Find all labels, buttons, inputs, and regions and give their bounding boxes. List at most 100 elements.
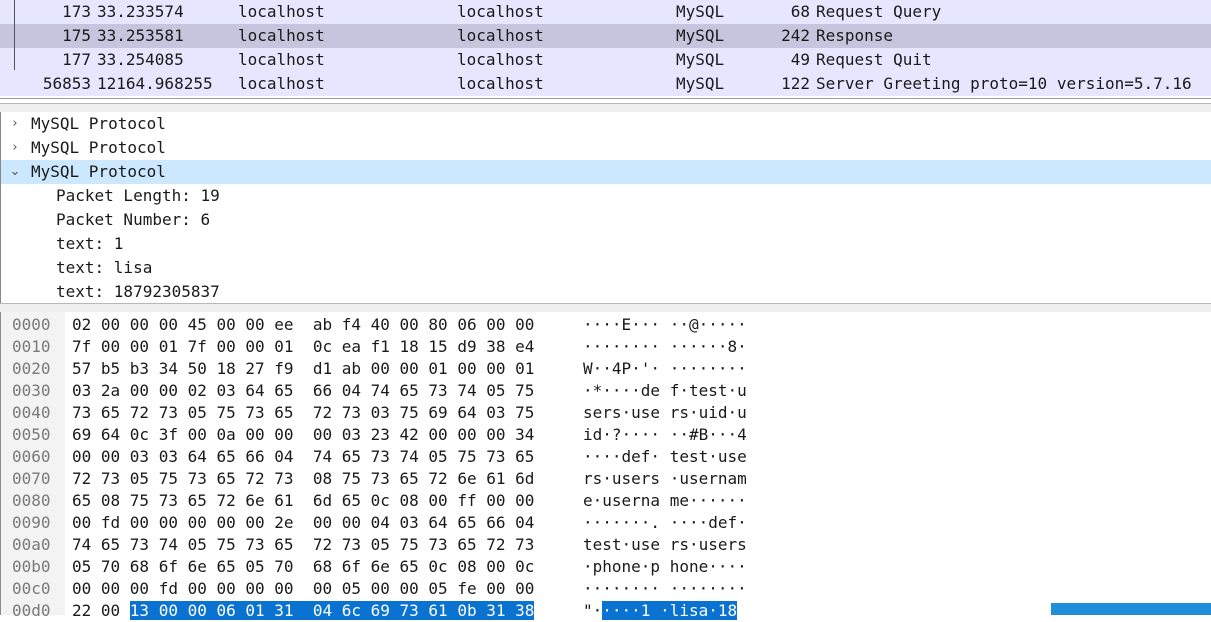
- bytes-row[interactable]: 00a0 74 65 73 74 05 75 73 65 72 73 05 75…: [0, 534, 1211, 556]
- tree-field[interactable]: text: lisa: [1, 256, 1211, 280]
- bytes-row[interactable]: 00b0 05 70 68 6f 6e 65 05 70 68 6f 6e 65…: [0, 556, 1211, 578]
- ascii-bytes[interactable]: W··4P·'· ········: [583, 358, 747, 380]
- hex-bytes[interactable]: 7f 00 00 01 7f 00 00 01 0c ea f1 18 15 d…: [72, 336, 534, 358]
- ascii-bytes[interactable]: rs·users ·usernam: [583, 468, 747, 490]
- packet-source: localhost: [238, 50, 325, 69]
- bytes-row[interactable]: 0080 65 08 75 73 65 72 6e 61 6d 65 0c 08…: [0, 490, 1211, 512]
- hex-bytes[interactable]: 74 65 73 74 05 75 73 65 72 73 05 75 73 6…: [72, 534, 534, 556]
- conversation-line: [14, 0, 15, 70]
- bytes-row[interactable]: 0030 03 2a 00 00 02 03 64 65 66 04 74 65…: [0, 380, 1211, 402]
- packet-protocol: MySQL: [676, 2, 725, 21]
- packet-source: localhost: [238, 26, 325, 45]
- ascii-bytes[interactable]: sers·use rs·uid·u: [583, 402, 747, 424]
- packet-info: Server Greeting proto=10 version=5.7.16: [816, 74, 1192, 93]
- bytes-row[interactable]: 0000 02 00 00 00 45 00 00 ee ab f4 40 00…: [0, 314, 1211, 336]
- ascii-bytes[interactable]: id·?···· ··#B···4: [583, 424, 747, 446]
- tree-field[interactable]: Packet Length: 19: [1, 184, 1211, 208]
- ascii-bytes[interactable]: "·····1 ·lisa·18: [583, 600, 738, 622]
- packet-length: 49: [790, 50, 810, 69]
- bytes-row[interactable]: 0050 69 64 0c 3f 00 0a 00 00 00 03 23 42…: [0, 424, 1211, 446]
- packet-info: Response: [816, 26, 894, 45]
- packet-destination: localhost: [457, 74, 544, 93]
- byte-offset: 0040: [12, 403, 51, 422]
- ascii-bytes[interactable]: ····E··· ··@·····: [583, 314, 747, 336]
- hex-bytes[interactable]: 00 00 00 fd 00 00 00 00 00 05 00 00 05 f…: [72, 578, 534, 600]
- bytes-row[interactable]: 0090 00 fd 00 00 00 00 00 2e 00 00 04 03…: [0, 512, 1211, 534]
- hex-bytes[interactable]: 00 fd 00 00 00 00 00 2e 00 00 04 03 64 6…: [72, 512, 534, 534]
- byte-offset: 00d0: [12, 601, 51, 620]
- field-text: text: lisa: [56, 258, 153, 277]
- bytes-row-highlighted[interactable]: 00d0 22 00 13 00 00 06 01 31 04 6c 69 73…: [0, 600, 1211, 622]
- tree-field[interactable]: Packet Number: 6: [1, 208, 1211, 232]
- hex-bytes[interactable]: 00 00 03 03 64 65 66 04 74 65 73 74 05 7…: [72, 446, 534, 468]
- byte-offset: 0020: [12, 359, 51, 378]
- chevron-right-icon[interactable]: ›: [8, 112, 22, 136]
- byte-offset: 0010: [12, 337, 51, 356]
- packet-time: 33.253581: [97, 26, 184, 45]
- byte-offset: 0000: [12, 315, 51, 334]
- hex-bytes[interactable]: 22 00 13 00 00 06 01 31 04 6c 69 73 61 0…: [72, 600, 535, 622]
- hex-bytes-plain: 22 00: [72, 601, 130, 620]
- packet-row[interactable]: 177 33.254085 localhost localhost MySQL …: [0, 48, 1211, 72]
- bytes-row[interactable]: 0020 57 b5 b3 34 50 18 27 f9 d1 ab 00 00…: [0, 358, 1211, 380]
- packet-row[interactable]: 173 33.233574 localhost localhost MySQL …: [0, 0, 1211, 24]
- tree-field[interactable]: text: 18792305837: [1, 280, 1211, 304]
- tree-node-mysql-protocol[interactable]: › MySQL Protocol: [1, 112, 1211, 136]
- chevron-right-icon[interactable]: ›: [8, 136, 22, 160]
- ascii-bytes[interactable]: ········ ········: [583, 578, 747, 600]
- field-packet-length: Packet Length: 19: [56, 186, 220, 205]
- hex-bytes[interactable]: 02 00 00 00 45 00 00 ee ab f4 40 00 80 0…: [72, 314, 534, 336]
- field-text: text: 1: [56, 234, 124, 253]
- tree-node-label: MySQL Protocol: [31, 162, 166, 181]
- hex-bytes[interactable]: 73 65 72 73 05 75 73 65 72 73 03 75 69 6…: [72, 402, 534, 424]
- ascii-bytes[interactable]: ·······. ····def·: [583, 512, 747, 534]
- bytes-row[interactable]: 0070 72 73 05 75 73 65 72 73 08 75 73 65…: [0, 468, 1211, 490]
- tree-node-label: MySQL Protocol: [31, 138, 166, 157]
- bytes-row[interactable]: 0040 73 65 72 73 05 75 73 65 72 73 03 75…: [0, 402, 1211, 424]
- packet-details-tree[interactable]: › MySQL Protocol › MySQL Protocol ⌄ MySQ…: [0, 112, 1211, 303]
- packet-bytes-pane[interactable]: 0000 02 00 00 00 45 00 00 ee ab f4 40 00…: [0, 312, 1211, 620]
- packet-row[interactable]: 56853 12164.968255 localhost localhost M…: [0, 72, 1211, 96]
- bytes-row[interactable]: 0060 00 00 03 03 64 65 66 04 74 65 73 74…: [0, 446, 1211, 468]
- ascii-bytes[interactable]: e·userna me······: [583, 490, 747, 512]
- byte-offset: 0070: [12, 469, 51, 488]
- hex-bytes[interactable]: 03 2a 00 00 02 03 64 65 66 04 74 65 73 7…: [72, 380, 534, 402]
- packet-row-selected[interactable]: 175 33.253581 localhost localhost MySQL …: [0, 24, 1211, 48]
- packet-protocol: MySQL: [676, 74, 725, 93]
- packet-length: 122: [781, 74, 810, 93]
- packet-time: 33.233574: [97, 2, 184, 21]
- ascii-bytes[interactable]: ·phone·p hone····: [583, 556, 747, 578]
- packet-time: 12164.968255: [97, 74, 213, 93]
- packet-destination: localhost: [457, 2, 544, 21]
- packet-length: 68: [790, 2, 810, 21]
- bytes-row[interactable]: 0010 7f 00 00 01 7f 00 00 01 0c ea f1 18…: [0, 336, 1211, 358]
- byte-offset: 0080: [12, 491, 51, 510]
- byte-offset: 0060: [12, 447, 51, 466]
- tree-field[interactable]: text: 1: [1, 232, 1211, 256]
- packet-time: 33.254085: [97, 50, 184, 69]
- ascii-bytes[interactable]: ····def· test·use: [583, 446, 747, 468]
- ascii-bytes[interactable]: ········ ······8·: [583, 336, 747, 358]
- hex-bytes[interactable]: 05 70 68 6f 6e 65 05 70 68 6f 6e 65 0c 0…: [72, 556, 534, 578]
- tree-node-mysql-protocol[interactable]: › MySQL Protocol: [1, 136, 1211, 160]
- packet-protocol: MySQL: [676, 50, 725, 69]
- tree-node-mysql-protocol-expanded[interactable]: ⌄ MySQL Protocol: [1, 160, 1211, 184]
- ascii-bytes[interactable]: test·use rs·users: [583, 534, 747, 556]
- byte-offset: 00c0: [12, 579, 51, 598]
- hex-bytes[interactable]: 65 08 75 73 65 72 6e 61 6d 65 0c 08 00 f…: [72, 490, 534, 512]
- hex-bytes[interactable]: 69 64 0c 3f 00 0a 00 00 00 03 23 42 00 0…: [72, 424, 534, 446]
- bytes-row[interactable]: 00c0 00 00 00 fd 00 00 00 00 00 05 00 00…: [0, 578, 1211, 600]
- field-text: text: 18792305837: [56, 282, 220, 301]
- byte-offset: 00b0: [12, 557, 51, 576]
- packet-length: 242: [781, 26, 810, 45]
- hex-bytes[interactable]: 72 73 05 75 73 65 72 73 08 75 73 65 72 6…: [72, 468, 534, 490]
- overlay-popup[interactable]: [1051, 603, 1211, 615]
- packet-protocol: MySQL: [676, 26, 725, 45]
- hex-bytes[interactable]: 57 b5 b3 34 50 18 27 f9 d1 ab 00 00 01 0…: [72, 358, 534, 380]
- byte-offset: 00a0: [12, 535, 51, 554]
- packet-list[interactable]: 173 33.233574 localhost localhost MySQL …: [0, 0, 1211, 99]
- byte-offset: 0050: [12, 425, 51, 444]
- chevron-down-icon[interactable]: ⌄: [8, 160, 22, 184]
- ascii-bytes[interactable]: ·*····de f·test·u: [583, 380, 747, 402]
- byte-offset: 0030: [12, 381, 51, 400]
